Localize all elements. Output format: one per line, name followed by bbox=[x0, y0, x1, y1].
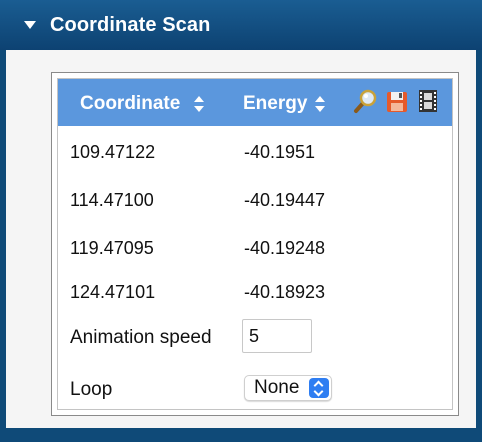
table-row[interactable]: 114.47100 -40.19447 bbox=[58, 179, 452, 224]
panel-body: Coordinate Energy 109.47122 -40.1951 114… bbox=[6, 50, 476, 428]
loop-label: Loop bbox=[70, 379, 113, 400]
save-icon[interactable] bbox=[384, 87, 410, 115]
scan-table: Coordinate Energy 109.47122 -40.1951 114… bbox=[57, 78, 453, 410]
loop-select[interactable]: None bbox=[244, 375, 332, 401]
energy-cell: -40.1951 bbox=[244, 142, 316, 162]
magnifier-icon[interactable] bbox=[352, 87, 378, 115]
coordinate-cell: 124.47101 bbox=[70, 282, 156, 302]
energy-cell: -40.18923 bbox=[244, 282, 326, 302]
scan-table-container: Coordinate Energy 109.47122 -40.1951 114… bbox=[51, 72, 459, 416]
column-header-coordinate[interactable]: Coordinate bbox=[80, 93, 205, 115]
animation-speed-label: Animation speed bbox=[70, 327, 212, 348]
table-row[interactable]: 124.47101 -40.18923 bbox=[58, 271, 452, 316]
panel-titlebar[interactable]: Coordinate Scan bbox=[0, 0, 482, 50]
table-row[interactable]: 109.47122 -40.1951 bbox=[58, 131, 452, 176]
coordinate-cell: 114.47100 bbox=[70, 190, 154, 210]
sort-arrows-icon[interactable] bbox=[315, 96, 326, 112]
table-header: Coordinate Energy bbox=[58, 79, 452, 126]
column-header-energy-label: Energy bbox=[243, 93, 308, 114]
loop-selected-value: None bbox=[254, 377, 300, 398]
select-arrows-icon[interactable] bbox=[309, 378, 329, 398]
panel-title: Coordinate Scan bbox=[50, 14, 211, 36]
column-header-coordinate-label: Coordinate bbox=[80, 93, 181, 114]
energy-cell: -40.19248 bbox=[244, 238, 326, 258]
sort-arrows-icon[interactable] bbox=[194, 96, 205, 112]
film-strip-icon[interactable] bbox=[415, 87, 441, 115]
table-row[interactable]: 119.47095 -40.19248 bbox=[58, 227, 452, 272]
coordinate-cell: 119.47095 bbox=[70, 238, 154, 258]
energy-cell: -40.19447 bbox=[244, 190, 326, 210]
column-header-energy[interactable]: Energy bbox=[243, 93, 326, 115]
animation-speed-input[interactable] bbox=[242, 319, 312, 353]
coordinate-cell: 109.47122 bbox=[70, 142, 156, 162]
window-frame: Coordinate Scan Coordinate Energy 109.47… bbox=[0, 0, 482, 442]
collapse-triangle-icon[interactable] bbox=[24, 21, 36, 29]
